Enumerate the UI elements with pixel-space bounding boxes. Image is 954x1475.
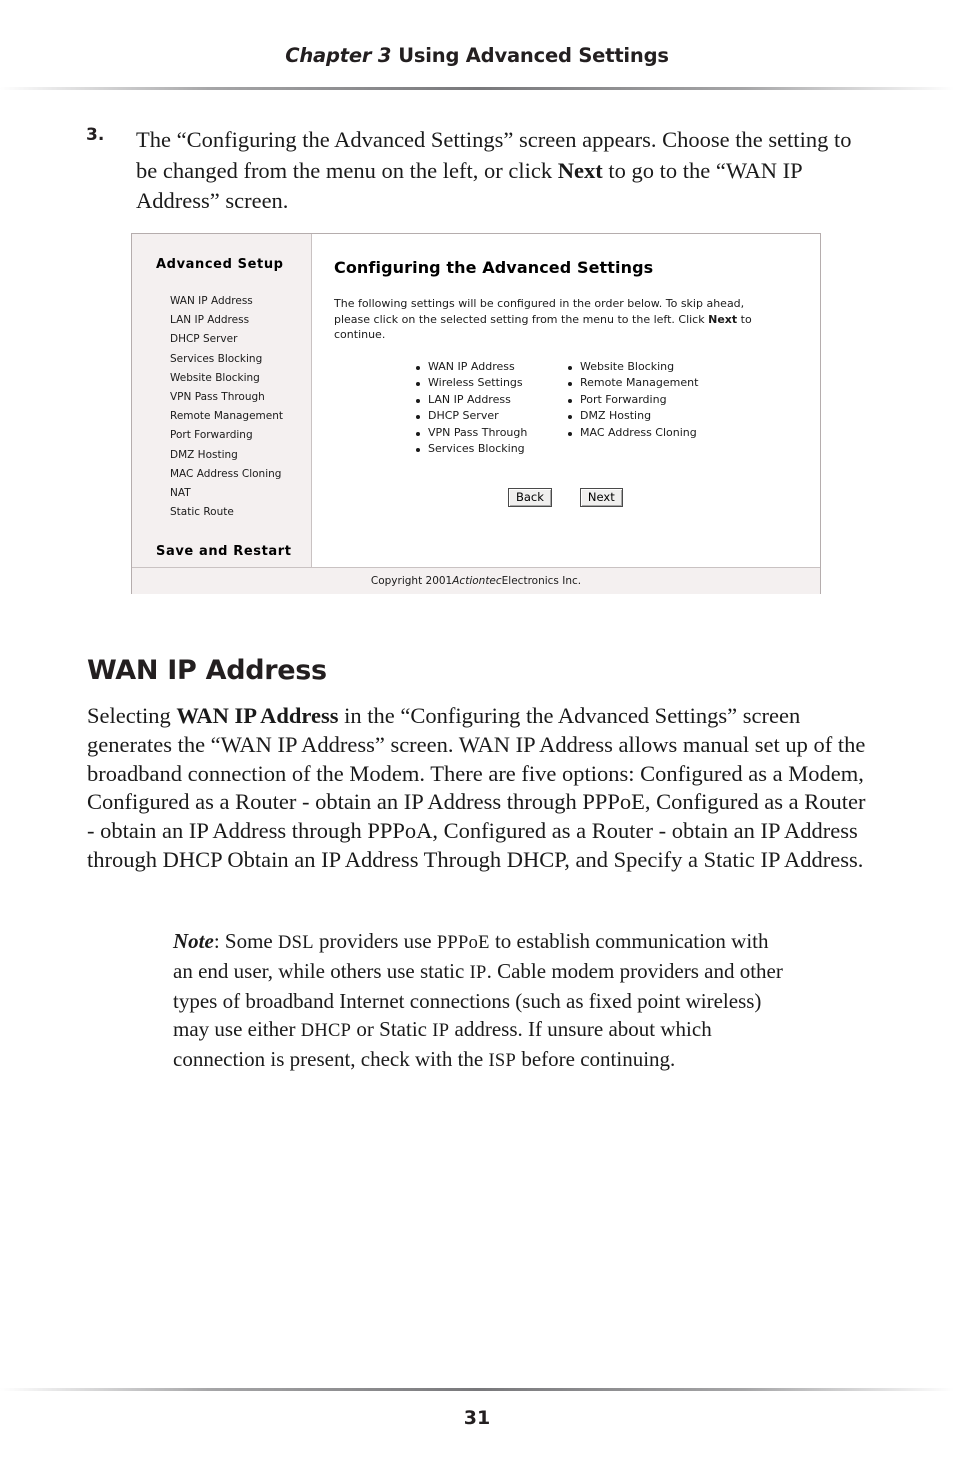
intro-bold-next: Next (708, 312, 738, 326)
sidebar-item-wan-ip-address[interactable]: WAN IP Address (170, 292, 311, 311)
note-acronym-isp: ISP (488, 1050, 517, 1071)
sidebar-item-lan-ip-address[interactable]: LAN IP Address (170, 311, 311, 330)
sidebar-item-static-route[interactable]: Static Route (170, 503, 311, 522)
step-number: 3. (86, 125, 105, 145)
sidebar-item-mac-address-cloning[interactable]: MAC Address Cloning (170, 465, 311, 484)
note-acronym-dhcp: DHCP (300, 1020, 352, 1041)
note-acronym-dsl: DSL (278, 932, 314, 952)
note-block: Note: Some DSL providers use PPPoE to es… (173, 927, 783, 1075)
settings-item: DHCP Server (414, 408, 566, 425)
sidebar-item-remote-management[interactable]: Remote Management (170, 407, 311, 426)
step-text-bold: Next (557, 157, 603, 183)
back-button[interactable]: Back (508, 488, 552, 507)
copyright-suffix: Electronics Inc. (501, 575, 582, 587)
sidebar-item-dhcp-server[interactable]: DHCP Server (170, 330, 311, 349)
note-seg7: before continuing. (516, 1047, 676, 1072)
page-title: WAN IP Address (87, 655, 327, 686)
settings-list: WAN IP Address Wireless Settings LAN IP … (334, 359, 820, 459)
router-content-pane: Configuring the Advanced Settings The fo… (312, 234, 820, 567)
settings-item: Wireless Settings (414, 375, 566, 392)
copyright-prefix: Copyright 2001 (370, 575, 453, 587)
sidebar-item-services-blocking[interactable]: Services Blocking (170, 350, 311, 369)
router-ui-screenshot: Advanced Setup WAN IP Address LAN IP Add… (131, 233, 821, 594)
sidebar-item-website-blocking[interactable]: Website Blocking (170, 369, 311, 388)
settings-item: VPN Pass Through (414, 425, 566, 442)
note-acronym-ip: IP (469, 961, 487, 982)
settings-item: Services Blocking (414, 441, 566, 458)
note-seg5: or Static (351, 1017, 433, 1042)
sidebar-item-dmz-hosting[interactable]: DMZ Hosting (170, 446, 311, 465)
note-seg2: providers use (313, 929, 437, 953)
running-head-chapter: Chapter 3 (285, 44, 392, 67)
settings-item: WAN IP Address (414, 359, 566, 376)
router-content-heading: Configuring the Advanced Settings (334, 258, 654, 277)
note-label: Note (173, 929, 214, 953)
router-ui-body: Advanced Setup WAN IP Address LAN IP Add… (132, 234, 820, 567)
router-sidebar: Advanced Setup WAN IP Address LAN IP Add… (132, 234, 312, 567)
header-divider-rule (0, 87, 954, 90)
router-button-row: Back Next (508, 488, 623, 507)
settings-item: LAN IP Address (414, 392, 566, 409)
next-button[interactable]: Next (579, 488, 623, 507)
sidebar-menu: WAN IP Address LAN IP Address DHCP Serve… (156, 292, 311, 522)
note-seg1: : Some (213, 929, 278, 953)
body-bold-term: WAN IP Address (176, 703, 339, 728)
page-number: 31 (463, 1407, 491, 1429)
settings-list-right-column: Website Blocking Remote Management Port … (566, 359, 718, 459)
intro-part1: The following settings will be configure… (334, 297, 745, 326)
settings-item: DMZ Hosting (566, 408, 718, 425)
sidebar-item-save-and-restart[interactable]: Save and Restart (156, 544, 311, 559)
sidebar-item-port-forwarding[interactable]: Port Forwarding (170, 426, 311, 445)
router-copyright-footer: Copyright 2001 Actiontec Electronics Inc… (132, 567, 820, 594)
step-text: The “Configuring the Advanced Settings” … (136, 125, 876, 217)
settings-item: Website Blocking (566, 359, 718, 376)
sidebar-item-vpn-pass-through[interactable]: VPN Pass Through (170, 388, 311, 407)
step-3: 3. The “Configuring the Advanced Setting… (86, 125, 876, 217)
settings-item: Remote Management (566, 375, 718, 392)
router-content-intro: The following settings will be configure… (334, 296, 782, 343)
running-head: Chapter 3 Using Advanced Settings (0, 44, 954, 67)
settings-item: MAC Address Cloning (566, 425, 718, 442)
sidebar-title: Advanced Setup (156, 257, 284, 272)
settings-list-left-column: WAN IP Address Wireless Settings LAN IP … (414, 359, 566, 459)
body-part2: in the “Configuring the Advanced Setting… (87, 703, 866, 872)
footer-divider-rule (0, 1388, 954, 1391)
body-part1: Selecting (87, 703, 177, 728)
running-head-title: Using Advanced Settings (398, 44, 669, 67)
section-body-paragraph: Selecting WAN IP Address in the “Configu… (87, 702, 877, 875)
settings-item: Port Forwarding (566, 392, 718, 409)
note-acronym-pppoe: PPPoE (436, 932, 490, 952)
copyright-brand: Actiontec (452, 575, 502, 587)
note-acronym-ip-2: IP (432, 1020, 450, 1041)
sidebar-item-nat[interactable]: NAT (170, 484, 311, 503)
